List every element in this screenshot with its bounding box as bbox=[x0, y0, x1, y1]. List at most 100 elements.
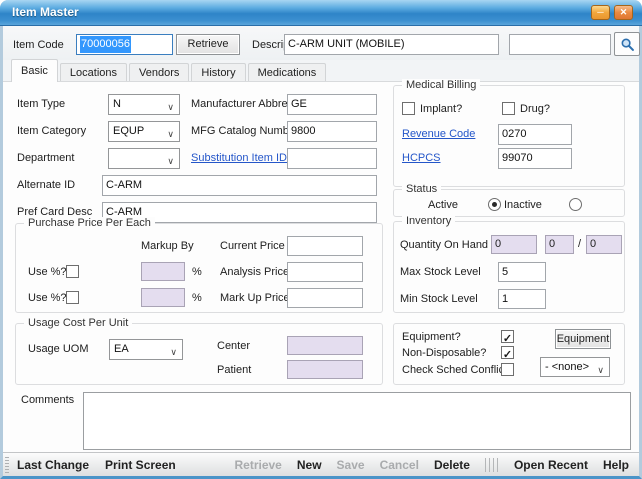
equipment-label: Equipment? bbox=[402, 331, 461, 343]
check-sched-conflict-checkbox[interactable] bbox=[501, 363, 514, 376]
analysis-price-input[interactable] bbox=[287, 262, 363, 282]
tab-medications[interactable]: Medications bbox=[248, 63, 327, 82]
alternate-id-input[interactable]: C-ARM bbox=[102, 175, 377, 196]
description-input[interactable]: C-ARM UNIT (MOBILE) bbox=[284, 34, 499, 55]
use-pct-2-label: Use %? bbox=[28, 292, 67, 304]
help-command[interactable]: Help bbox=[603, 458, 629, 472]
quick-search-input[interactable] bbox=[509, 34, 611, 55]
statusbar-left: Last Change Print Screen bbox=[17, 458, 176, 472]
item-type-select[interactable]: N∨ bbox=[108, 94, 180, 115]
medical-billing-group: Medical Billing Implant? Drug? Revenue C… bbox=[393, 85, 625, 187]
item-master-window: Item Master ─ ✕ Item Code 70000056 Retri… bbox=[0, 0, 642, 479]
markup-by-2-field bbox=[141, 288, 185, 307]
drug-checkbox[interactable] bbox=[502, 102, 515, 115]
current-price-input[interactable] bbox=[287, 236, 363, 256]
min-stock-level-input[interactable]: 1 bbox=[498, 289, 546, 309]
item-category-select[interactable]: EQUP ∨ bbox=[108, 121, 180, 142]
implant-checkbox[interactable] bbox=[402, 102, 415, 115]
mfg-catalog-number-input[interactable]: 9800 bbox=[287, 121, 377, 142]
substitution-item-id-link[interactable]: Substitution Item ID bbox=[191, 152, 287, 164]
equipment-group: Equipment? Equipment Non-Disposable? Che… bbox=[393, 323, 625, 385]
item-category-value: EQUP bbox=[113, 125, 144, 137]
minimize-icon: ─ bbox=[597, 7, 603, 17]
equipment-checkbox[interactable] bbox=[501, 330, 514, 343]
inventory-title: Inventory bbox=[402, 215, 455, 227]
statusbar-right: Retrieve New Save Cancel Delete Open Rec… bbox=[234, 458, 629, 472]
hcpcs-input[interactable]: 99070 bbox=[498, 148, 572, 169]
use-pct-1-label: Use %? bbox=[28, 266, 67, 278]
non-disposable-label: Non-Disposable? bbox=[402, 347, 486, 359]
department-select[interactable]: ∨ bbox=[108, 148, 180, 169]
schedule-select[interactable]: - <none> ∨ bbox=[540, 357, 610, 377]
usage-uom-select[interactable]: EA∨ bbox=[109, 339, 183, 360]
tab-history[interactable]: History bbox=[191, 63, 245, 82]
tab-strip: Basic Locations Vendors History Medicati… bbox=[11, 60, 328, 82]
tab-locations[interactable]: Locations bbox=[60, 63, 127, 82]
usage-uom-value: EA bbox=[114, 343, 129, 355]
open-recent-command[interactable]: Open Recent bbox=[514, 458, 588, 472]
alternate-id-label: Alternate ID bbox=[17, 179, 75, 191]
markup-by-label: Markup By bbox=[141, 240, 194, 252]
implant-label: Implant? bbox=[420, 103, 462, 115]
minimize-button[interactable]: ─ bbox=[591, 5, 610, 20]
analysis-price-label: Analysis Price bbox=[220, 266, 289, 278]
last-change-button[interactable]: Last Change bbox=[17, 458, 89, 472]
max-stock-level-input[interactable]: 5 bbox=[498, 262, 546, 282]
max-stock-level-label: Max Stock Level bbox=[400, 266, 481, 278]
window-title: Item Master bbox=[12, 5, 79, 19]
min-stock-level-label: Min Stock Level bbox=[400, 293, 478, 305]
mark-up-price-label: Mark Up Price bbox=[220, 292, 290, 304]
manufacturer-abbrev-label: Manufacturer Abbrev bbox=[191, 98, 293, 110]
center-field bbox=[287, 336, 363, 355]
print-screen-button[interactable]: Print Screen bbox=[105, 458, 176, 472]
comments-input[interactable] bbox=[83, 392, 631, 450]
revenue-code-link[interactable]: Revenue Code bbox=[402, 128, 475, 140]
patient-label: Patient bbox=[217, 364, 251, 376]
non-disposable-checkbox[interactable] bbox=[501, 346, 514, 359]
search-button[interactable] bbox=[614, 32, 640, 56]
cancel-command: Cancel bbox=[380, 458, 419, 472]
retrieve-command: Retrieve bbox=[234, 458, 281, 472]
equipment-button[interactable]: Equipment bbox=[555, 329, 611, 349]
delete-command[interactable]: Delete bbox=[434, 458, 470, 472]
item-type-label: Item Type bbox=[17, 98, 65, 110]
hcpcs-link[interactable]: HCPCS bbox=[402, 152, 441, 164]
status-title: Status bbox=[402, 183, 441, 195]
close-button[interactable]: ✕ bbox=[614, 5, 633, 20]
chevron-down-icon: ∨ bbox=[167, 125, 174, 144]
department-label: Department bbox=[17, 152, 74, 164]
current-price-label: Current Price bbox=[220, 240, 285, 252]
markup-by-1-field bbox=[141, 262, 185, 281]
patient-field bbox=[287, 360, 363, 379]
retrieve-button[interactable]: Retrieve bbox=[176, 34, 240, 55]
manufacturer-abbrev-input[interactable]: GE bbox=[287, 94, 377, 115]
tab-vendors[interactable]: Vendors bbox=[129, 63, 189, 82]
status-active-label: Active bbox=[428, 199, 458, 211]
quantity-on-hand-label: Quantity On Hand bbox=[400, 239, 488, 251]
item-category-label: Item Category bbox=[17, 125, 86, 137]
status-active-radio[interactable] bbox=[488, 198, 501, 211]
purchase-price-group: Purchase Price Per Each Markup By Curren… bbox=[15, 223, 383, 313]
mfg-catalog-number-label: MFG Catalog Number bbox=[191, 125, 299, 137]
tab-basic[interactable]: Basic bbox=[11, 59, 58, 82]
use-pct-2-checkbox[interactable] bbox=[66, 291, 79, 304]
status-inactive-radio[interactable] bbox=[569, 198, 582, 211]
schedule-select-value: - <none> bbox=[545, 361, 589, 373]
quantity-on-hand-field-3: 0 bbox=[586, 235, 622, 254]
new-command[interactable]: New bbox=[297, 458, 322, 472]
comments-label: Comments bbox=[21, 394, 74, 406]
revenue-code-input[interactable]: 0270 bbox=[498, 124, 572, 145]
medical-billing-title: Medical Billing bbox=[402, 79, 480, 91]
usage-uom-label: Usage UOM bbox=[28, 343, 89, 355]
chevron-down-icon: ∨ bbox=[597, 361, 604, 380]
use-pct-1-checkbox[interactable] bbox=[66, 265, 79, 278]
drug-label: Drug? bbox=[520, 103, 550, 115]
quantity-on-hand-field-1: 0 bbox=[491, 235, 537, 254]
center-label: Center bbox=[217, 340, 250, 352]
status-group: Status Active Inactive bbox=[393, 189, 625, 217]
mark-up-price-input[interactable] bbox=[287, 288, 363, 308]
item-type-value: N bbox=[113, 98, 121, 110]
item-code-input[interactable]: 70000056 bbox=[76, 34, 173, 55]
usage-cost-group: Usage Cost Per Unit Usage UOM EA∨ Center… bbox=[15, 323, 383, 385]
substitution-item-id-input[interactable] bbox=[287, 148, 377, 169]
